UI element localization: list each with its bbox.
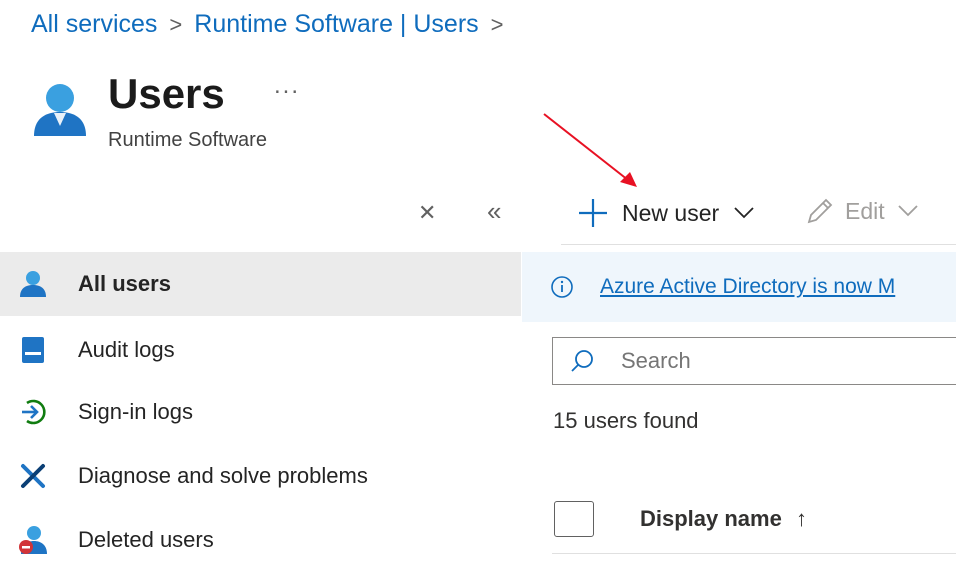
sidebar-item-all-users[interactable]: All users — [0, 252, 521, 316]
sidebar-item-label: Sign-in logs — [78, 399, 193, 424]
table-header-divider — [552, 553, 956, 554]
more-options-button[interactable]: ... — [274, 72, 300, 100]
audit-log-icon — [18, 335, 48, 365]
annotation-arrow — [543, 113, 637, 187]
info-icon — [550, 275, 574, 299]
sidebar-item-label: All users — [78, 271, 171, 296]
breadcrumb-separator: > — [169, 11, 183, 37]
close-icon[interactable]: ✕ — [418, 200, 436, 226]
new-user-button[interactable]: New user — [576, 196, 755, 230]
breadcrumb-separator: > — [490, 11, 504, 37]
double-chevron-left-icon[interactable]: « — [487, 196, 501, 227]
search-icon — [569, 348, 595, 374]
column-header-label: Display name — [640, 506, 782, 531]
sort-ascending-icon: ↑ — [795, 506, 807, 531]
deleted-user-icon — [18, 525, 48, 555]
chevron-down-icon — [897, 204, 919, 218]
sidebar-item-label: Diagnose and solve problems — [78, 463, 368, 488]
chevron-down-icon — [733, 206, 755, 220]
toolbar-divider — [561, 244, 956, 245]
user-icon — [18, 269, 48, 299]
page-title: Users — [108, 70, 225, 117]
sidebar-item-deleted-users[interactable]: Deleted users — [0, 508, 521, 572]
info-banner: Azure Active Directory is now M — [522, 252, 956, 322]
breadcrumb: All services > Runtime Software | Users … — [31, 10, 516, 39]
column-header-display-name[interactable]: Display name ↑ — [640, 506, 807, 532]
new-user-label: New user — [622, 199, 720, 226]
sidebar-item-sign-in-logs[interactable]: Sign-in logs — [0, 380, 521, 444]
sidebar-item-diagnose[interactable]: Diagnose and solve problems — [0, 444, 521, 508]
breadcrumb-all-services[interactable]: All services — [31, 10, 157, 39]
sidebar-item-label: Audit logs — [78, 337, 175, 362]
pencil-icon — [805, 196, 835, 226]
wrench-icon — [18, 461, 48, 491]
breadcrumb-runtime-users[interactable]: Runtime Software | Users — [194, 10, 478, 39]
edit-label: Edit — [845, 197, 885, 224]
page-subtitle: Runtime Software — [108, 129, 267, 151]
sidebar-item-audit-logs[interactable]: Audit logs — [0, 318, 521, 382]
sidebar-item-label: Deleted users — [78, 527, 214, 552]
sign-in-icon — [18, 397, 48, 427]
results-count: 15 users found — [553, 408, 699, 433]
search-input[interactable] — [619, 347, 923, 375]
search-box[interactable] — [552, 337, 956, 385]
plus-icon — [576, 196, 610, 230]
edit-button[interactable]: Edit — [805, 196, 919, 226]
banner-link[interactable]: Azure Active Directory is now M — [600, 275, 895, 299]
select-all-checkbox[interactable] — [554, 501, 594, 537]
user-icon — [32, 82, 88, 143]
